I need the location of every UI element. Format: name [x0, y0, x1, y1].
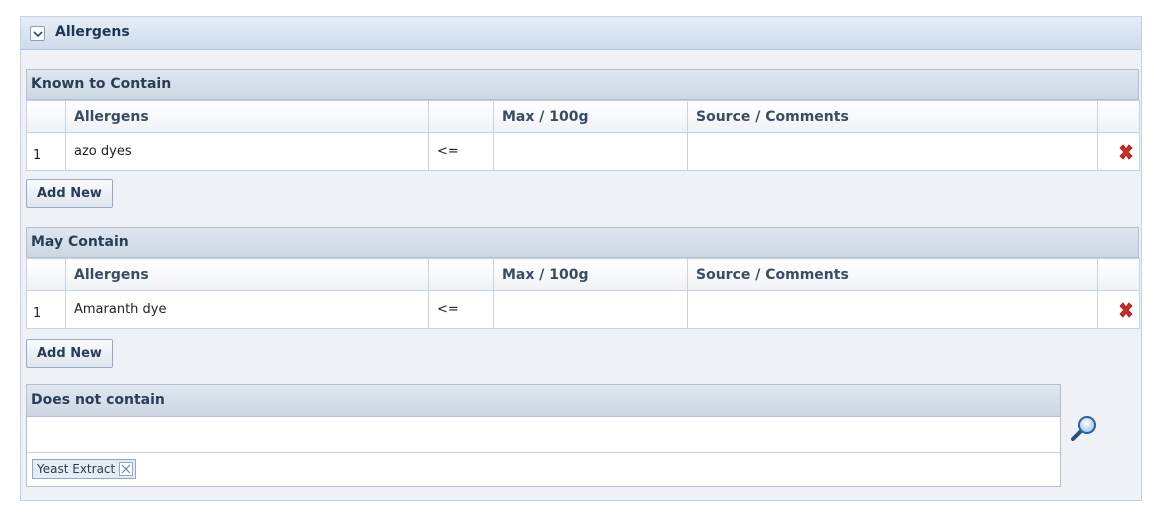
actions-header	[1097, 258, 1140, 291]
row-number: 1	[26, 290, 66, 329]
known-to-contain-title: Known to Contain	[26, 69, 1139, 100]
table-header-row: Allergens Max / 100g Source / Comments	[26, 100, 1140, 133]
column-header-operator	[428, 258, 494, 291]
tag-label: Yeast Extract	[37, 462, 116, 476]
column-header-operator	[428, 100, 494, 133]
may-contain-table: Allergens Max / 100g Source / Comments 1…	[26, 258, 1140, 329]
magnifier-icon[interactable]	[1069, 413, 1099, 443]
allergen-cell[interactable]: azo dyes	[65, 132, 429, 171]
row-number: 1	[26, 132, 66, 171]
allergens-panel-header: Allergens	[21, 17, 1141, 50]
operator-cell[interactable]: <=	[428, 290, 494, 329]
max-cell[interactable]	[493, 132, 688, 171]
table-row: 1 Amaranth dye <=	[26, 290, 1140, 329]
delete-x-icon[interactable]	[1117, 301, 1135, 319]
known-to-contain-table: Allergens Max / 100g Source / Comments 1…	[26, 100, 1140, 171]
column-header-max: Max / 100g	[493, 100, 688, 133]
column-header-max: Max / 100g	[493, 258, 688, 291]
chevron-down-icon	[33, 31, 43, 38]
max-cell[interactable]	[493, 290, 688, 329]
column-header-source: Source / Comments	[687, 258, 1098, 291]
delete-cell	[1097, 132, 1140, 171]
table-row: 1 azo dyes <=	[26, 132, 1140, 171]
does-not-contain-title: Does not contain	[27, 385, 1060, 417]
delete-cell	[1097, 290, 1140, 329]
add-new-known-button[interactable]: Add New	[26, 179, 113, 208]
allergens-panel: Allergens Known to Contain Allergens Max…	[20, 16, 1142, 501]
source-cell[interactable]	[687, 132, 1098, 171]
actions-header	[1097, 100, 1140, 133]
add-new-may-contain-button[interactable]: Add New	[26, 339, 113, 368]
may-contain-title: May Contain	[26, 227, 1139, 258]
allergen-cell[interactable]: Amaranth dye	[65, 290, 429, 329]
close-icon[interactable]	[119, 462, 134, 476]
column-header-source: Source / Comments	[687, 100, 1098, 133]
column-header-allergens: Allergens	[65, 258, 429, 291]
panel-title: Allergens	[55, 24, 130, 40]
tag-chip: Yeast Extract	[32, 459, 137, 479]
operator-cell[interactable]: <=	[428, 132, 494, 171]
does-not-contain-input[interactable]	[27, 417, 1060, 453]
does-not-contain-box: Does not contain Yeast Extract	[26, 384, 1061, 487]
column-header-allergens: Allergens	[65, 100, 429, 133]
table-header-row: Allergens Max / 100g Source / Comments	[26, 258, 1140, 291]
delete-x-icon[interactable]	[1117, 143, 1135, 161]
rownum-header	[26, 258, 66, 291]
rownum-header	[26, 100, 66, 133]
collapse-button[interactable]	[30, 26, 45, 41]
source-cell[interactable]	[687, 290, 1098, 329]
